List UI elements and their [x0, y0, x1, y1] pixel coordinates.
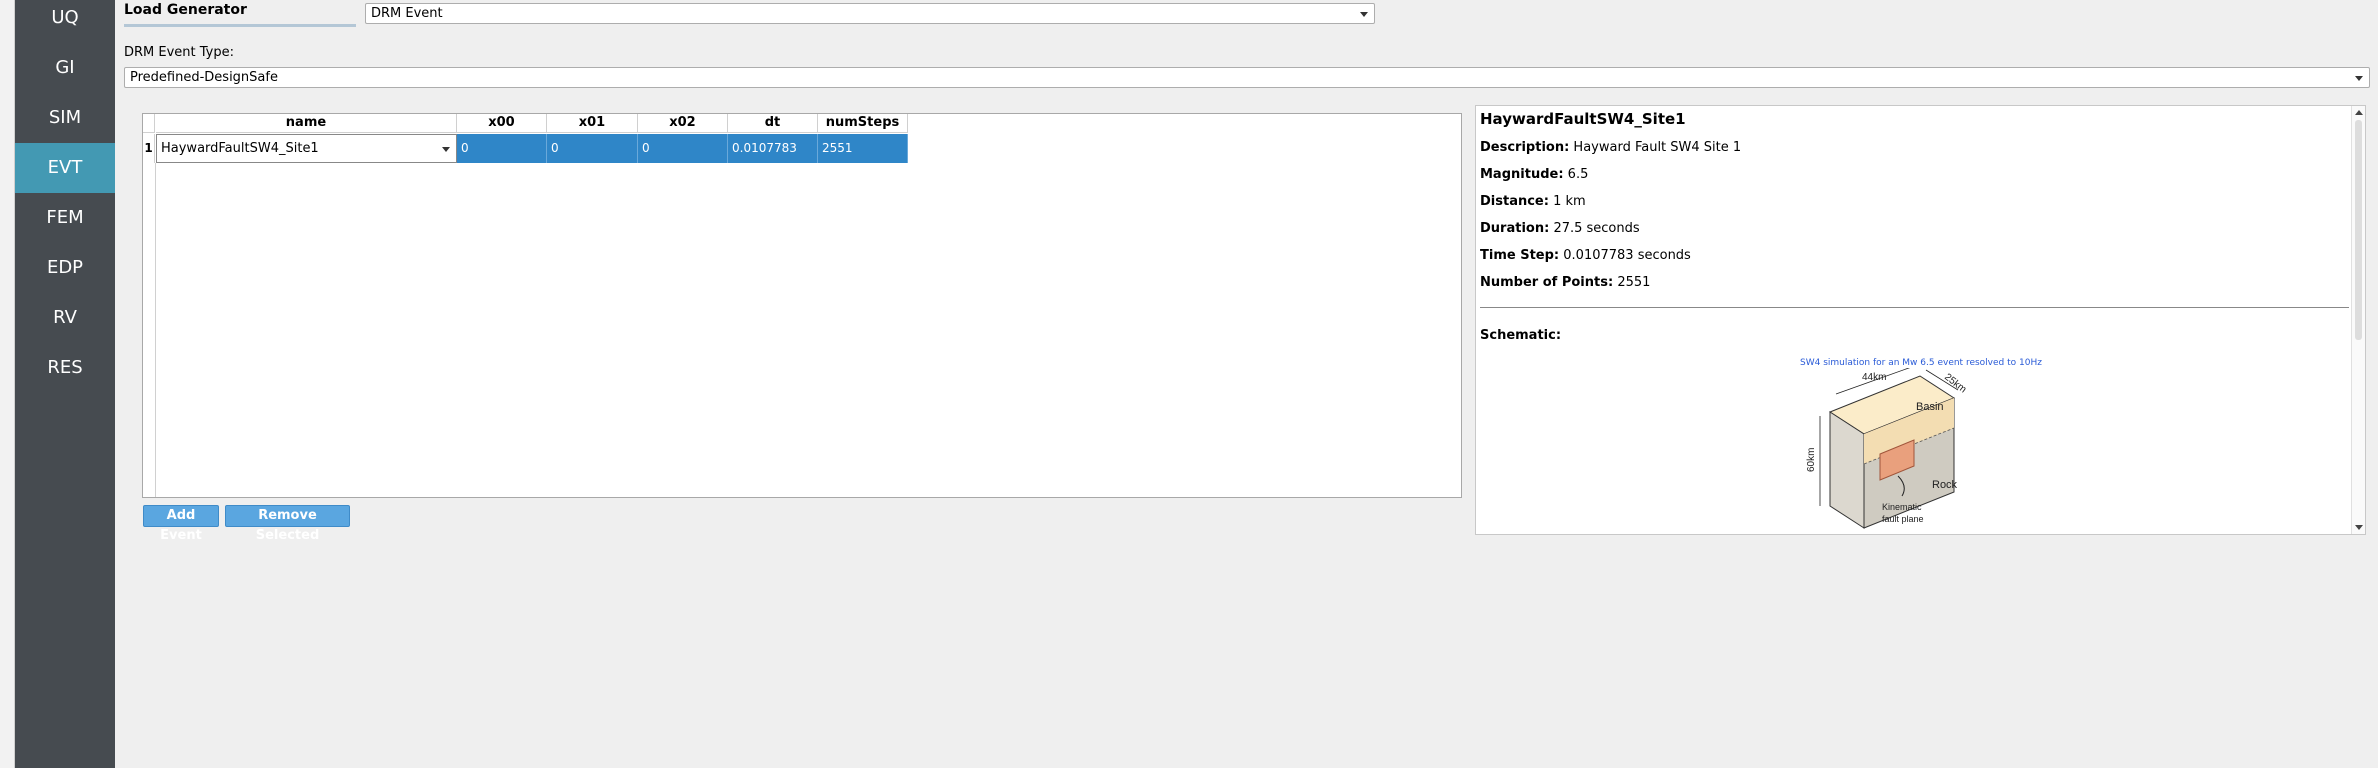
- events-table: name x00 x01 x02 dt numSteps 1 HaywardFa…: [142, 113, 1462, 498]
- description-value: Hayward Fault SW4 Site 1: [1573, 140, 1742, 155]
- add-event-button[interactable]: Add Event: [143, 505, 219, 543]
- chevron-down-icon: [442, 147, 450, 152]
- schematic-label-fault-2: fault plane: [1882, 514, 1924, 524]
- points-line: Number of Points: 2551: [1480, 275, 1650, 290]
- drm-event-type-value: Predefined-DesignSafe: [130, 70, 278, 85]
- sidebar-item-res[interactable]: RES: [15, 343, 115, 393]
- load-generator-underline: [124, 24, 356, 27]
- schematic-dim-y: 25km: [1942, 372, 1968, 396]
- description-label: Description:: [1480, 140, 1570, 155]
- sidebar-item-edp[interactable]: EDP: [15, 243, 115, 293]
- remove-selected-button[interactable]: Remove Selected: [225, 505, 350, 543]
- scroll-thumb[interactable]: [2355, 120, 2362, 340]
- chevron-down-icon: [2355, 76, 2363, 81]
- info-scrollbar[interactable]: [2351, 106, 2365, 534]
- description-line: Description: Hayward Fault SW4 Site 1: [1480, 140, 1741, 155]
- cell-x00[interactable]: 0: [457, 134, 547, 163]
- timestep-label: Time Step:: [1480, 248, 1560, 263]
- schematic-image: 44km 25km 60km Basin Rock Kinematic faul…: [1806, 368, 1968, 529]
- load-generator-label: Load Generator: [124, 2, 247, 18]
- magnitude-label: Magnitude:: [1480, 167, 1564, 182]
- points-value: 2551: [1617, 275, 1651, 290]
- duration-label: Duration:: [1480, 221, 1550, 236]
- chevron-down-icon: [1360, 12, 1368, 17]
- load-generator-select[interactable]: DRM Event: [365, 3, 1375, 24]
- row-header[interactable]: 1: [143, 134, 155, 163]
- scroll-up-icon[interactable]: [2355, 110, 2363, 115]
- sidebar-item-sim[interactable]: SIM: [15, 93, 115, 143]
- schematic-label: Schematic:: [1480, 328, 1562, 343]
- schematic-label-fault-1: Kinematic: [1882, 502, 1922, 512]
- column-header-numsteps[interactable]: numSteps: [818, 114, 908, 133]
- distance-value: 1 km: [1553, 194, 1586, 209]
- cell-dt[interactable]: 0.0107783: [728, 134, 818, 163]
- points-label: Number of Points:: [1480, 275, 1614, 290]
- row-header-divider: [155, 163, 156, 497]
- column-header-name[interactable]: name: [156, 114, 457, 133]
- event-info-title: HaywardFaultSW4_Site1: [1480, 110, 1686, 128]
- duration-value: 27.5 seconds: [1553, 221, 1640, 236]
- schematic-dim-x: 44km: [1862, 372, 1886, 383]
- column-header-dt[interactable]: dt: [728, 114, 818, 133]
- schematic-dim-z: 60km: [1806, 448, 1817, 472]
- sidebar-item-rv[interactable]: RV: [15, 293, 115, 343]
- sidebar-item-uq[interactable]: UQ: [15, 0, 115, 43]
- sidebar-item-gi[interactable]: GI: [15, 43, 115, 93]
- sidebar: UQ GI SIM EVT FEM EDP RV RES: [15, 0, 115, 768]
- event-name-select[interactable]: HaywardFaultSW4_Site1: [156, 134, 457, 163]
- cell-numsteps[interactable]: 2551: [818, 134, 908, 163]
- sidebar-item-fem[interactable]: FEM: [15, 193, 115, 243]
- magnitude-line: Magnitude: 6.5: [1480, 167, 1588, 182]
- sidebar-item-evt[interactable]: EVT: [15, 143, 115, 193]
- column-header-x00[interactable]: x00: [457, 114, 547, 133]
- scroll-down-icon[interactable]: [2355, 525, 2363, 530]
- magnitude-value: 6.5: [1567, 167, 1589, 182]
- distance-line: Distance: 1 km: [1480, 194, 1586, 209]
- schematic-label-rock: Rock: [1932, 479, 1958, 491]
- schematic-label-basin: Basin: [1916, 401, 1944, 413]
- schematic-caption: SW4 simulation for an Mw 6.5 event resol…: [1800, 358, 2042, 368]
- table-corner: [143, 114, 155, 133]
- schematic-line: Schematic:: [1480, 328, 1561, 343]
- duration-line: Duration: 27.5 seconds: [1480, 221, 1640, 236]
- distance-label: Distance:: [1480, 194, 1549, 209]
- left-edge: [0, 0, 15, 768]
- info-divider: [1480, 307, 2349, 308]
- cell-x02[interactable]: 0: [638, 134, 728, 163]
- cell-x01[interactable]: 0: [547, 134, 638, 163]
- timestep-line: Time Step: 0.0107783 seconds: [1480, 248, 1691, 263]
- load-generator-value: DRM Event: [371, 6, 443, 21]
- timestep-value: 0.0107783 seconds: [1563, 248, 1691, 263]
- drm-event-type-label: DRM Event Type:: [124, 45, 235, 60]
- event-name-value: HaywardFaultSW4_Site1: [161, 141, 319, 156]
- drm-event-type-select[interactable]: Predefined-DesignSafe: [124, 67, 2370, 88]
- column-header-x02[interactable]: x02: [638, 114, 728, 133]
- column-header-x01[interactable]: x01: [547, 114, 638, 133]
- event-info-panel: HaywardFaultSW4_Site1 Description: Haywa…: [1475, 105, 2366, 535]
